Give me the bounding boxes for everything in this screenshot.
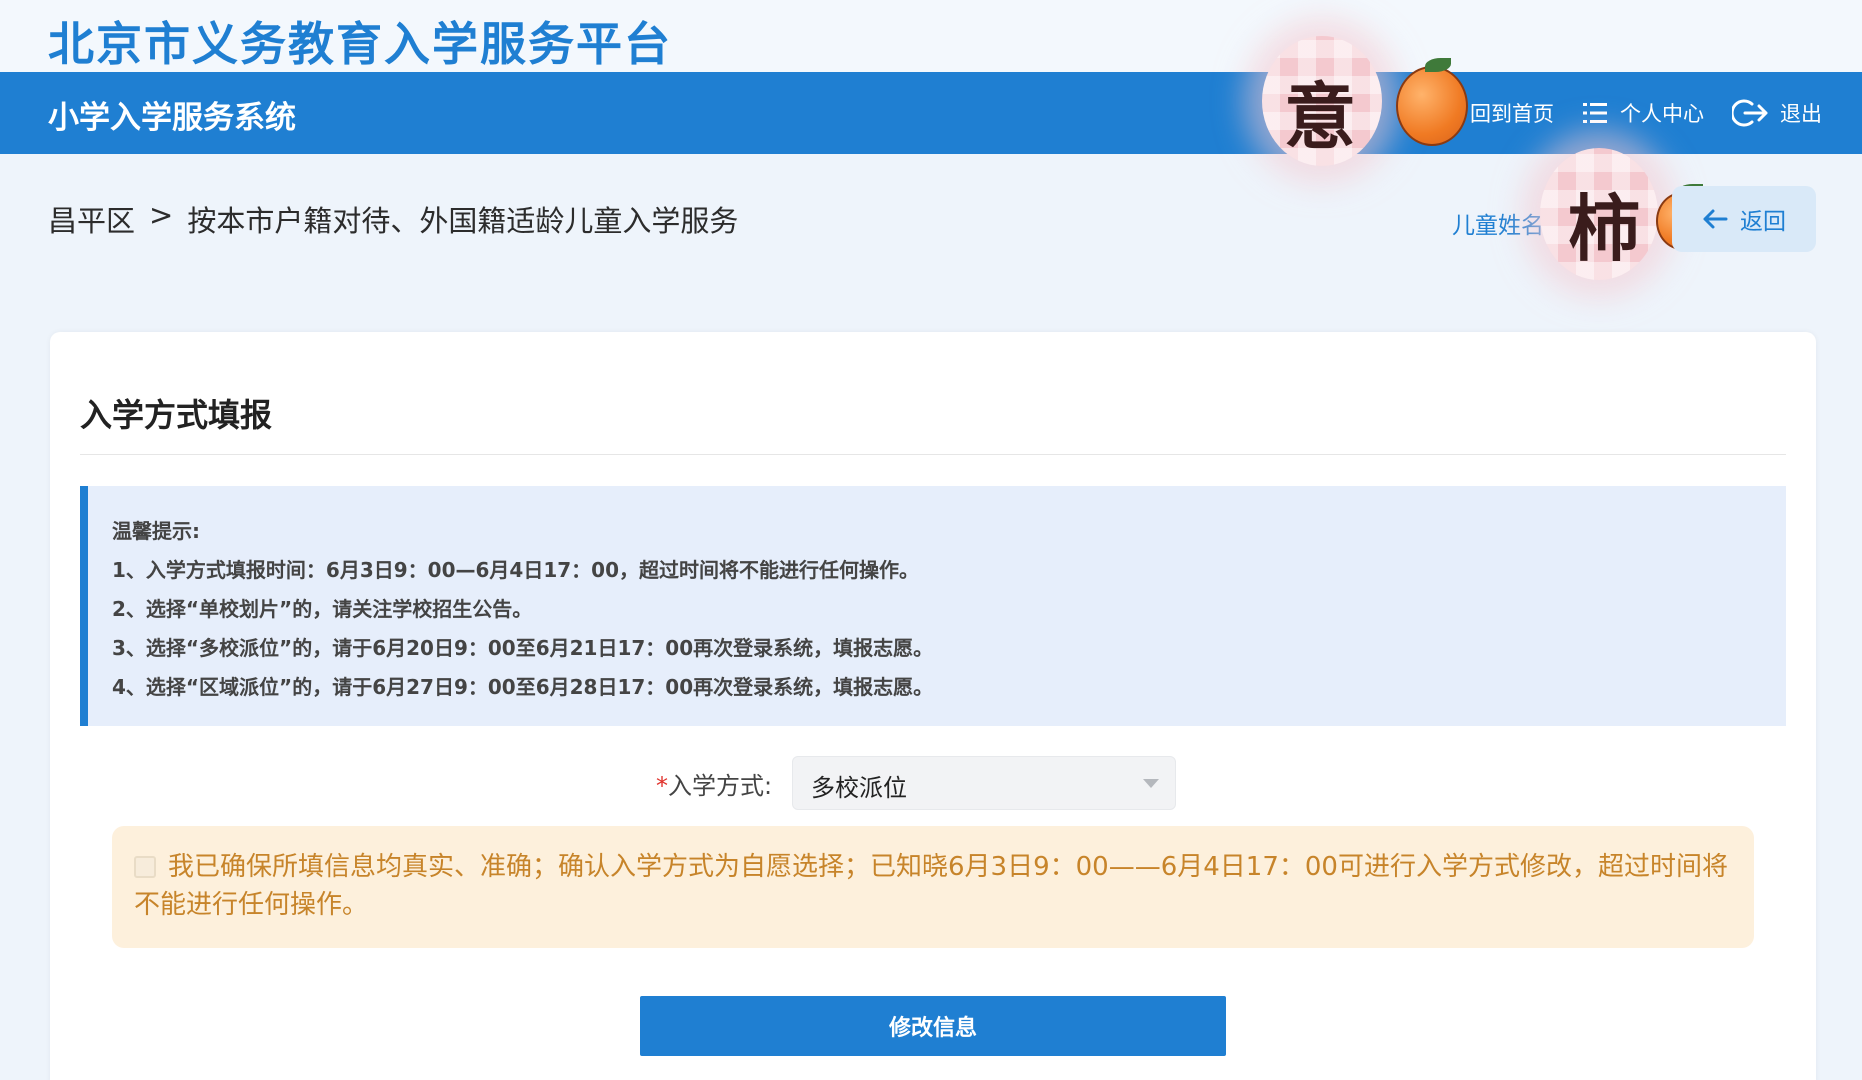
confirmation-text: 我已确保所填信息均真实、准确；确认入学方式为自愿选择；已知晓6月3日9：00——… [134, 852, 1728, 920]
tips-panel: 温馨提示: 1、入学方式填报时间：6月3日9：00—6月4日17：00，超过时间… [80, 486, 1786, 726]
breadcrumb-service: 按本市户籍对待、外国籍适龄儿童入学服务 [187, 204, 739, 238]
enrollment-method-value: 多校派位 [811, 774, 907, 802]
nav-personal-center-link[interactable]: 个人中心 [1582, 98, 1704, 128]
enrollment-method-row: *入学方式: 多校派位 [50, 756, 1816, 810]
nav-home-label: 回到首页 [1470, 102, 1554, 126]
nav-logout-link[interactable]: 退出 [1732, 98, 1822, 128]
arrow-left-icon [1703, 209, 1728, 229]
nav-logout-label: 退出 [1780, 102, 1822, 126]
persimmon-icon [1396, 58, 1468, 146]
card-divider [80, 454, 1786, 455]
caret-down-icon [1143, 779, 1159, 788]
enrollment-method-card: 入学方式填报 温馨提示: 1、入学方式填报时间：6月3日9：00—6月4日17：… [50, 332, 1816, 1080]
required-mark: * [656, 772, 668, 800]
top-strip: 北京市义务教育入学服务平台 [0, 0, 1862, 72]
breadcrumb: 昌平区 > 按本市户籍对待、外国籍适龄儿童入学服务 [48, 198, 738, 240]
tips-item: 3、选择“多校派位”的，请于6月20日9：00至6月21日17：00再次登录系统… [112, 636, 934, 660]
nav-home-link[interactable]: 回到首页 [1470, 98, 1554, 128]
card-title: 入学方式填报 [80, 396, 273, 434]
logout-icon [1732, 99, 1768, 127]
back-button[interactable]: 返回 [1672, 186, 1816, 252]
nav-links: 回到首页 个人中心 退出 [1470, 72, 1822, 154]
list-icon [1583, 103, 1607, 123]
tips-item: 2、选择“单校划片”的，请关注学校招生公告。 [112, 597, 533, 621]
navbar: 小学入学服务系统 回到首页 个人中心 退出 [0, 72, 1862, 154]
sticker-char-yi: 意 [1284, 74, 1357, 159]
child-name-label: 儿童姓名 [1452, 213, 1544, 239]
tips-heading: 温馨提示: [112, 519, 200, 543]
system-title: 小学入学服务系统 [48, 100, 296, 136]
confirmation-box: 我已确保所填信息均真实、准确；确认入学方式为自愿选择；已知晓6月3日9：00——… [112, 826, 1754, 948]
platform-title: 北京市义务教育入学服务平台 [48, 17, 672, 71]
modify-info-button[interactable]: 修改信息 [640, 996, 1226, 1056]
nav-personal-center-label: 个人中心 [1620, 102, 1704, 126]
breadcrumb-separator: > [149, 198, 174, 232]
confirmation-text-wrap: 我已确保所填信息均真实、准确；确认入学方式为自愿选择；已知晓6月3日9：00——… [134, 848, 1730, 924]
enrollment-method-label-text: 入学方式: [668, 772, 773, 800]
breadcrumb-district[interactable]: 昌平区 [48, 198, 135, 240]
back-button-label: 返回 [1740, 209, 1786, 235]
confirmation-checkbox[interactable] [134, 856, 156, 878]
decorative-sticker-yi: 意 [1262, 36, 1382, 166]
enrollment-method-label: *入学方式: [656, 766, 772, 801]
tips-item: 4、选择“区域派位”的，请于6月27日9：00至6月28日17：00再次登录系统… [112, 675, 934, 699]
enrollment-method-select[interactable]: 多校派位 [792, 756, 1176, 810]
sticker-char-shi: 柿 [1568, 186, 1641, 271]
tips-item: 1、入学方式填报时间：6月3日9：00—6月4日17：00，超过时间将不能进行任… [112, 558, 919, 582]
decorative-sticker-shi: 柿 [1540, 148, 1658, 280]
